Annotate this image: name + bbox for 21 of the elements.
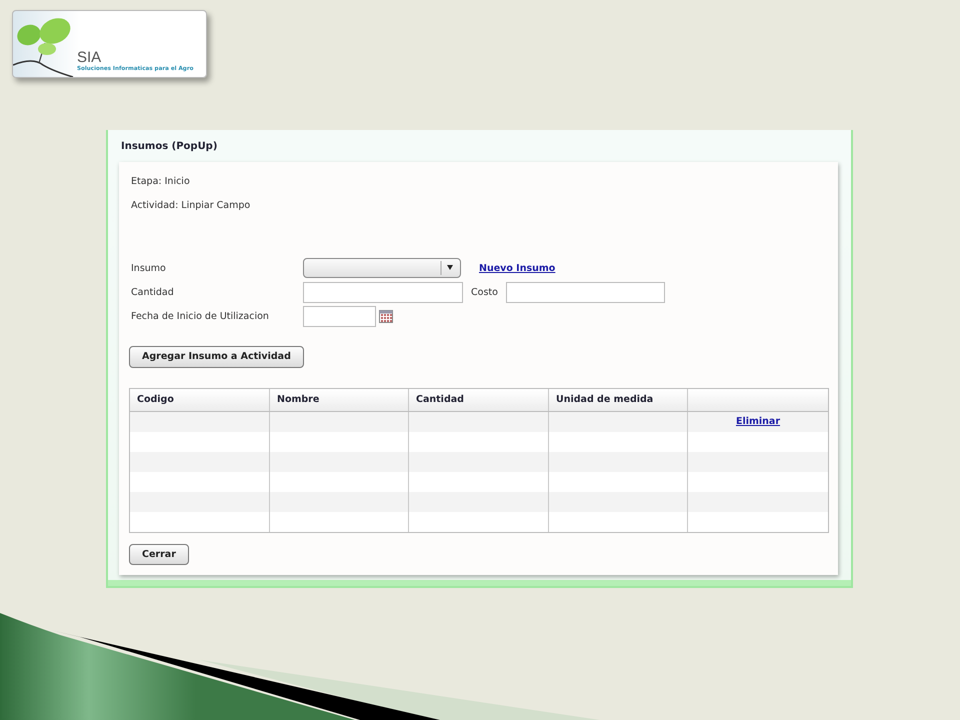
costo-field[interactable] bbox=[506, 282, 665, 302]
cantidad-field[interactable] bbox=[303, 282, 463, 302]
info-text: Etapa: Inicio bbox=[131, 176, 191, 187]
info-text: Actividad: Linpiar Campo bbox=[131, 200, 252, 211]
field-label: Fecha de Inicio de Utilizacion bbox=[130, 310, 270, 322]
delete-link[interactable]: Eliminar bbox=[736, 416, 780, 427]
popup-title: Insumos (PopUp) bbox=[120, 140, 218, 154]
date-field[interactable] bbox=[303, 306, 376, 326]
new-insumo-link[interactable]: Nuevo Insumo bbox=[479, 262, 556, 274]
close-button[interactable]: Cerrar bbox=[129, 544, 189, 564]
calendar-icon[interactable] bbox=[379, 310, 393, 322]
field-label: Cantidad bbox=[130, 286, 175, 298]
logo-name: SIA bbox=[77, 49, 102, 66]
column-header: Nombre bbox=[270, 388, 409, 410]
insumo-dropdown[interactable] bbox=[303, 258, 461, 278]
add-insumo-button[interactable]: Agregar Insumo a Actividad bbox=[129, 346, 304, 368]
column-header: Codigo bbox=[130, 388, 270, 410]
column-header: Unidad de medida bbox=[549, 388, 688, 410]
column-header: Cantidad bbox=[409, 388, 549, 410]
field-label: Insumo bbox=[130, 262, 167, 274]
field-label: Costo bbox=[471, 286, 498, 298]
